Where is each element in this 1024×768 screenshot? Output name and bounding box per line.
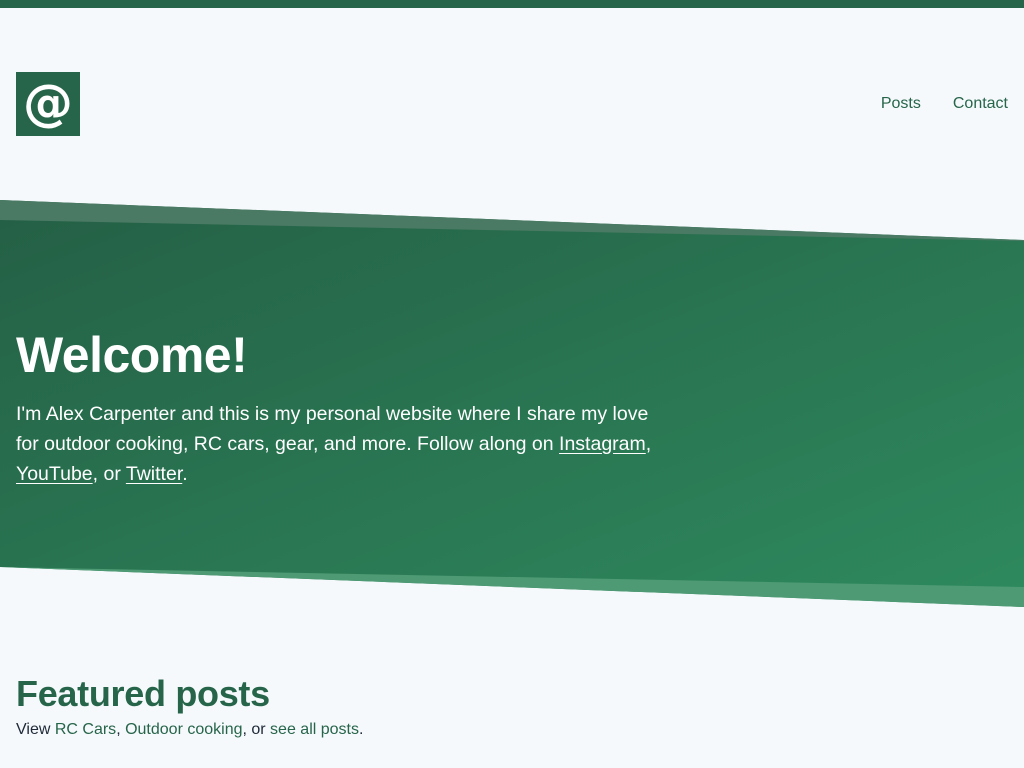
rc-cars-link[interactable]: RC Cars <box>55 721 116 738</box>
featured-prefix: View <box>16 721 55 738</box>
hero-end: . <box>182 463 188 485</box>
see-all-posts-link[interactable]: see all posts <box>270 721 359 738</box>
instagram-link[interactable]: Instagram <box>559 433 646 455</box>
outdoor-cooking-link[interactable]: Outdoor cooking <box>125 721 242 738</box>
featured-end: . <box>358 721 364 738</box>
site-header: @ Posts Contact <box>0 72 1024 136</box>
main-nav: Posts Contact <box>881 92 1008 116</box>
top-accent-bar <box>0 0 1024 8</box>
featured-posts-section: Featured posts View RC Cars, Outdoor coo… <box>16 673 1006 742</box>
home-logo-link[interactable]: @ <box>16 72 80 136</box>
nav-link-contact[interactable]: Contact <box>953 92 1008 116</box>
at-sign-icon: @ <box>23 74 73 132</box>
youtube-link[interactable]: YouTube <box>16 463 93 485</box>
hero-title: Welcome! <box>16 327 248 383</box>
hero: Welcome! I'm Alex Carpenter and this is … <box>16 326 666 489</box>
hero-separator: , or <box>92 463 126 485</box>
nav-link-posts[interactable]: Posts <box>881 92 921 116</box>
hero-intro-text: I'm Alex Carpenter and this is my person… <box>16 403 649 455</box>
twitter-link[interactable]: Twitter <box>126 463 182 485</box>
featured-separator: , <box>116 721 126 738</box>
featured-separator: , or <box>242 721 271 738</box>
hero-separator: , <box>645 433 652 455</box>
hero-intro: I'm Alex Carpenter and this is my person… <box>16 399 666 489</box>
featured-posts-subtitle: View RC Cars, Outdoor cooking, or see al… <box>16 718 1006 742</box>
featured-posts-title: Featured posts <box>16 673 270 714</box>
